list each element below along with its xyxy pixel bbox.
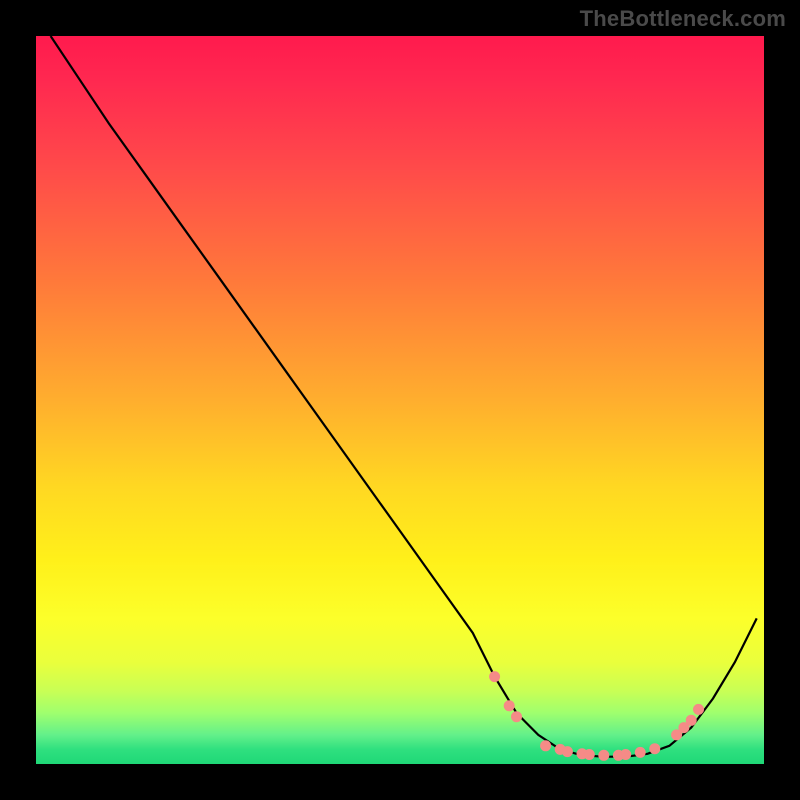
watermark-text: TheBottleneck.com bbox=[580, 6, 786, 32]
curve-marker bbox=[650, 744, 660, 754]
axis-left-border bbox=[0, 0, 36, 800]
chart-frame: TheBottleneck.com bbox=[0, 0, 800, 800]
curve-marker bbox=[635, 747, 645, 757]
curve-marker bbox=[504, 701, 514, 711]
curve-marker bbox=[621, 750, 631, 760]
curve-marker bbox=[584, 750, 594, 760]
axis-bottom-border bbox=[0, 764, 800, 800]
curve-marker bbox=[694, 704, 704, 714]
bottleneck-curve bbox=[36, 36, 764, 764]
plot-area bbox=[36, 36, 764, 764]
curve-path bbox=[51, 36, 757, 757]
axis-right-border bbox=[764, 0, 800, 800]
curve-marker bbox=[541, 741, 551, 751]
curve-marker bbox=[599, 750, 609, 760]
curve-marker bbox=[686, 715, 696, 725]
curve-marker bbox=[490, 672, 500, 682]
curve-marker bbox=[512, 712, 522, 722]
curve-marker bbox=[562, 747, 572, 757]
curve-markers bbox=[490, 672, 704, 761]
